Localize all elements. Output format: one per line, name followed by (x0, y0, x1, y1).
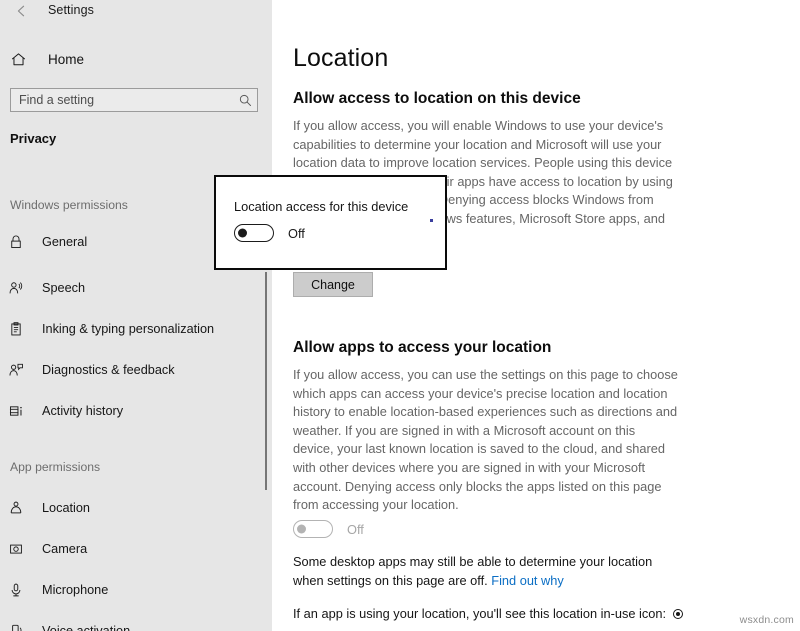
search-input[interactable] (11, 89, 233, 111)
sidebar-item-label: Location (42, 500, 90, 515)
sidebar-item-diagnostics-feedback[interactable]: Diagnostics & feedback (0, 355, 256, 384)
voice-activation-icon (8, 623, 42, 631)
sidebar-item-label: Diagnostics & feedback (42, 362, 175, 377)
lock-icon (8, 234, 42, 250)
main-content: Location Allow access to location on thi… (272, 0, 800, 631)
watermark: wsxdn.com (739, 614, 794, 626)
device-location-toggle[interactable] (234, 224, 274, 242)
sidebar-item-microphone[interactable]: Microphone (0, 575, 256, 604)
toggle-knob (238, 228, 247, 238)
desktop-apps-note: Some desktop apps may still be able to d… (293, 553, 683, 590)
app-title: Settings (48, 3, 94, 17)
sidebar-item-label: Camera (42, 541, 88, 556)
find-out-why-link[interactable]: Find out why (491, 573, 564, 588)
page-title: Location (293, 44, 389, 72)
search-icon[interactable] (233, 93, 257, 108)
sidebar-item-voice-activation[interactable]: Voice activation (0, 616, 256, 631)
sidebar-item-speech[interactable]: Speech (0, 273, 256, 302)
sidebar-item-activity-history[interactable]: Activity history (0, 396, 256, 425)
title-bar: Settings (0, 0, 272, 28)
sidebar-item-inking-typing[interactable]: Inking & typing personalization (0, 314, 256, 343)
sidebar-group-windows-permissions: Windows permissions (10, 198, 128, 212)
sidebar: Settings Home Privacy Windows permission… (0, 0, 272, 631)
sidebar-item-label: Inking & typing personalization (42, 321, 215, 336)
toggle-knob (297, 524, 306, 534)
apps-location-toggle-state: Off (347, 521, 364, 537)
apps-location-toggle-row[interactable]: Off (293, 520, 364, 538)
sidebar-item-label: Voice activation (42, 623, 131, 631)
clipboard-pen-icon (8, 321, 42, 337)
sidebar-scrollbar[interactable] (260, 0, 272, 631)
person-feedback-icon (8, 362, 42, 378)
in-use-icon-note-text: If an app is using your location, you'll… (293, 606, 670, 621)
sidebar-item-label: Speech (42, 280, 86, 295)
activity-history-icon (8, 403, 42, 419)
microphone-icon (8, 582, 42, 598)
change-button[interactable]: Change (293, 272, 373, 297)
back-arrow-icon[interactable] (10, 2, 34, 26)
popup-title: Location access for this device (234, 199, 409, 214)
search-box[interactable] (10, 88, 258, 112)
in-use-icon-note: If an app is using your location, you'll… (293, 605, 683, 624)
location-access-popup: Location access for this device Off (214, 175, 447, 270)
popup-toggle-row[interactable]: Off (234, 224, 305, 242)
section-body-apps-access: If you allow access, you can use the set… (293, 367, 678, 513)
cursor-dot (430, 219, 433, 222)
location-pin-icon (8, 500, 42, 516)
sidebar-item-camera[interactable]: Camera (0, 534, 256, 563)
speech-person-icon (8, 280, 42, 296)
sidebar-item-label: General (42, 234, 88, 249)
sidebar-item-location[interactable]: Location (0, 493, 256, 522)
home-icon (10, 51, 46, 68)
sidebar-item-label: Activity history (42, 403, 124, 418)
sidebar-item-home[interactable]: Home (0, 45, 262, 73)
device-location-toggle-state: Off (288, 225, 305, 241)
sidebar-home-label: Home (48, 51, 85, 67)
section-heading-device-access: Allow access to location on this device (293, 90, 581, 107)
sidebar-group-app-permissions: App permissions (10, 460, 101, 474)
sidebar-scrollbar-thumb[interactable] (265, 272, 267, 490)
settings-window: Settings Home Privacy Windows permission… (0, 0, 800, 631)
sidebar-category-privacy: Privacy (10, 131, 57, 146)
location-in-use-icon (672, 609, 683, 619)
desktop-apps-note-text: Some desktop apps may still be able to d… (293, 554, 653, 588)
camera-icon (8, 541, 42, 557)
sidebar-item-label: Microphone (42, 582, 109, 597)
section-heading-apps-access: Allow apps to access your location (293, 339, 552, 356)
apps-location-toggle[interactable] (293, 520, 333, 538)
